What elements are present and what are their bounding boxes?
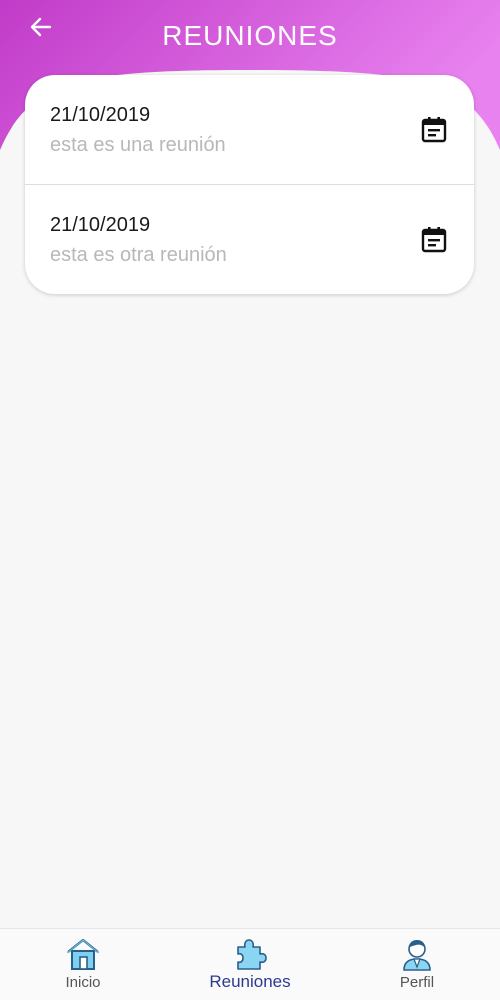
- meeting-date: 21/10/2019: [50, 214, 151, 236]
- nav-item-perfil[interactable]: Perfil: [334, 929, 500, 1000]
- calendar-icon[interactable]: [420, 115, 448, 143]
- meeting-description: esta es otra reunión: [50, 244, 227, 266]
- nav-item-reuniones[interactable]: Reuniones: [167, 929, 333, 1000]
- nav-label: Inicio: [65, 974, 101, 991]
- meetings-screen: REUNIONES 21/10/2019 esta es una reunión…: [0, 0, 500, 1000]
- nav-label: Reuniones: [209, 972, 291, 991]
- meeting-item[interactable]: 21/10/2019 esta es otra reunión: [25, 184, 474, 294]
- calendar-icon[interactable]: [420, 225, 448, 253]
- nav-label: Perfil: [399, 974, 435, 991]
- meeting-description: esta es una reunión: [50, 134, 226, 156]
- meeting-date: 21/10/2019: [50, 104, 151, 126]
- puzzle-icon: [237, 939, 267, 970]
- nav-item-inicio[interactable]: Inicio: [0, 929, 166, 1000]
- meeting-item[interactable]: 21/10/2019 esta es una reunión: [25, 75, 474, 184]
- bottom-navigation: Inicio Reuniones Perfil: [0, 928, 500, 1000]
- user-icon: [403, 940, 431, 971]
- home-icon: [66, 938, 100, 970]
- page-title: REUNIONES: [162, 20, 338, 51]
- meetings-list: 21/10/2019 esta es una reunión 21/10/201…: [25, 75, 474, 294]
